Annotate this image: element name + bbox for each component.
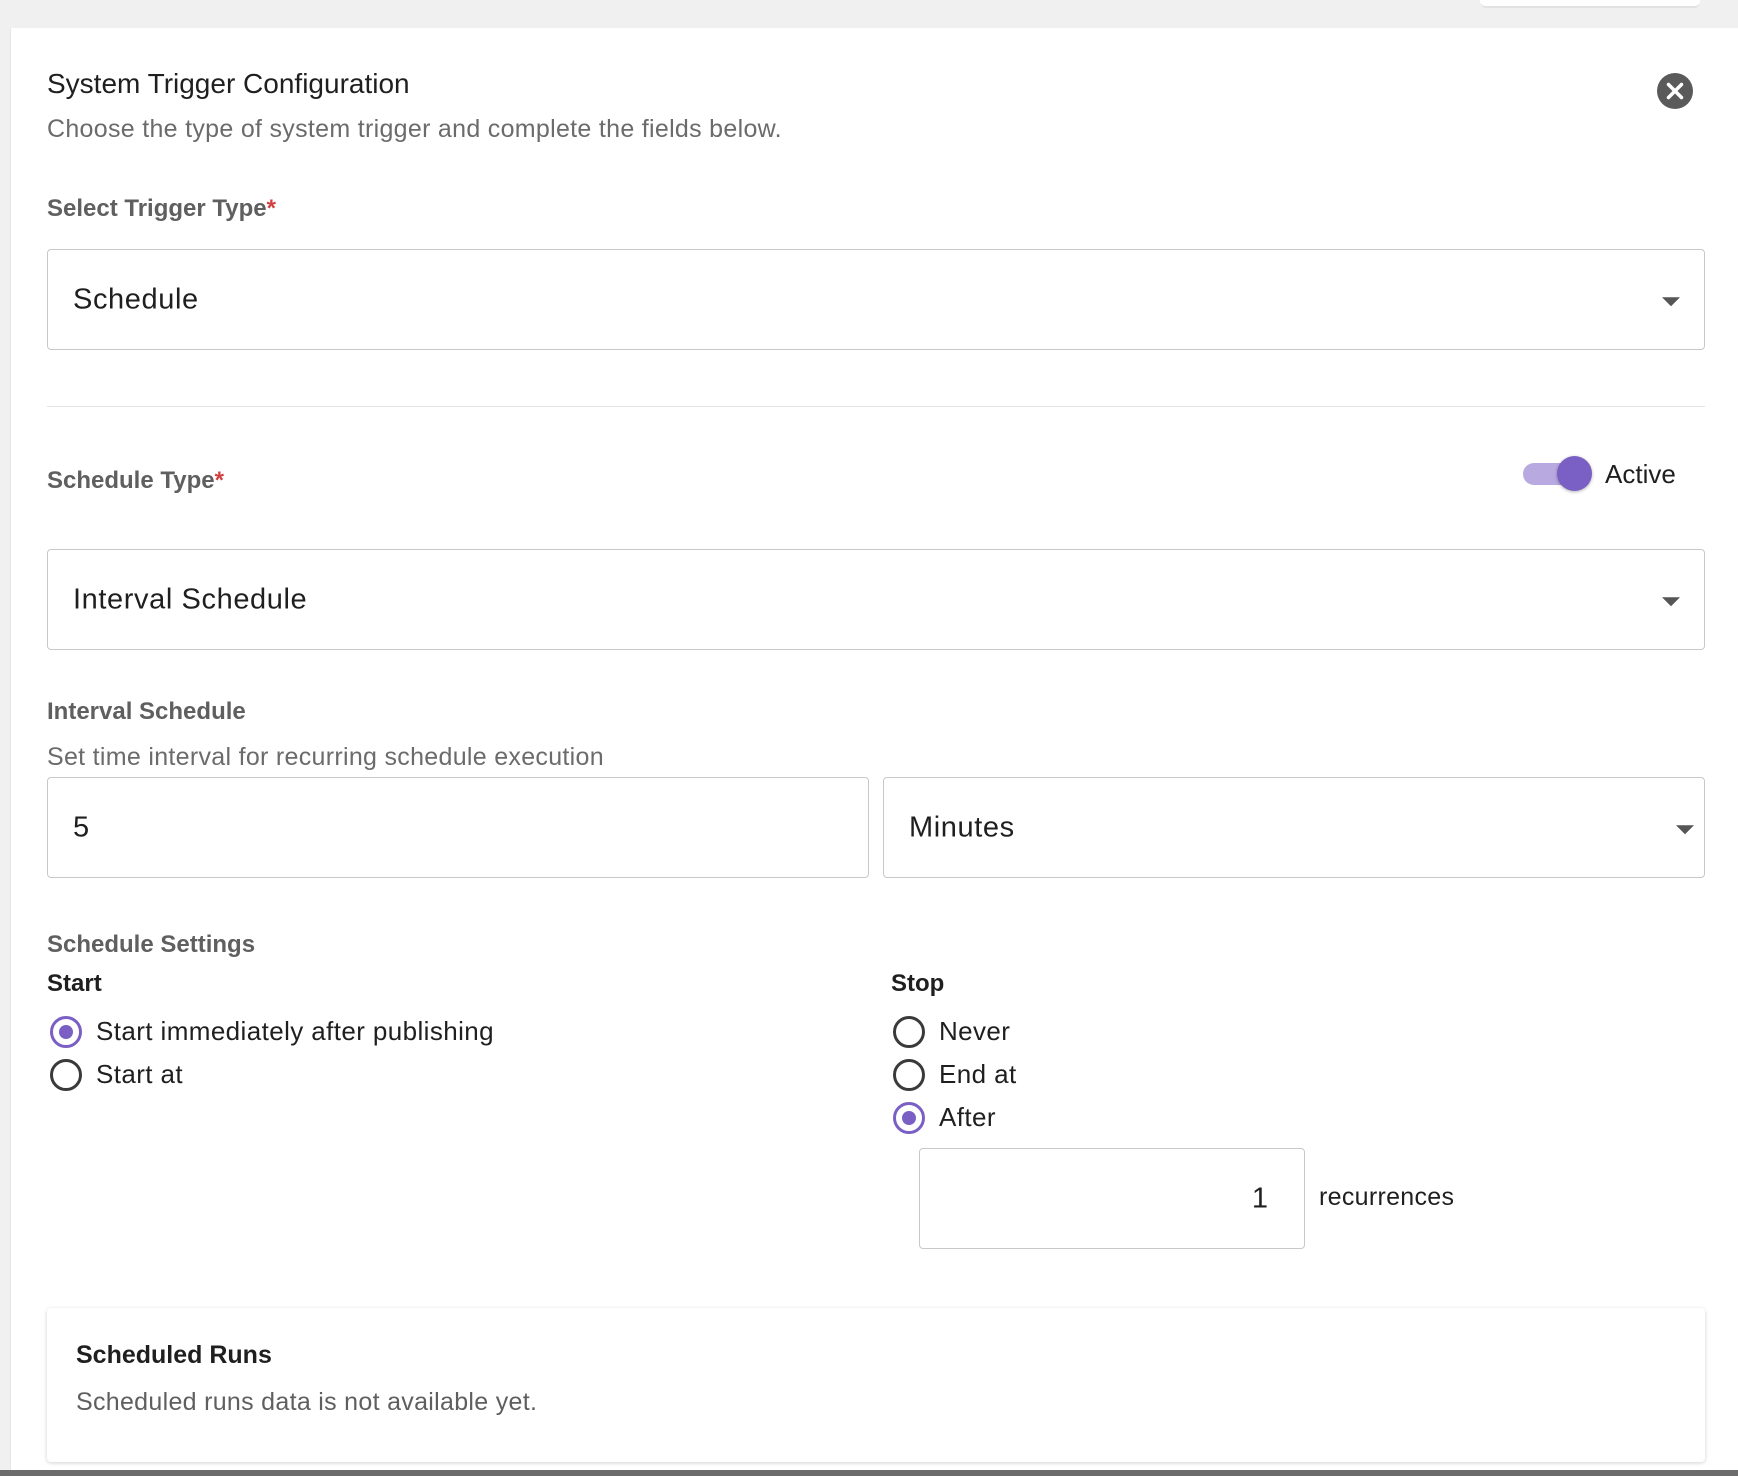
- recurrence-count-value: 1: [1251, 1182, 1268, 1214]
- chevron-down-icon: [1662, 596, 1680, 606]
- scheduled-runs-title: Scheduled Runs: [76, 1341, 272, 1369]
- dialog-title: System Trigger Configuration: [47, 68, 410, 99]
- chevron-down-icon: [1662, 296, 1680, 306]
- schedule-type-select[interactable]: Interval Schedule: [47, 549, 1705, 650]
- active-toggle[interactable]: [1521, 455, 1593, 491]
- radio-unchecked-icon[interactable]: [50, 1059, 82, 1091]
- required-mark: *: [214, 467, 224, 494]
- close-button[interactable]: [1657, 73, 1693, 109]
- recurrences-label: recurrences: [1319, 1183, 1455, 1211]
- interval-unit-select[interactable]: Minutes: [883, 777, 1705, 878]
- interval-schedule-helper: Set time interval for recurring schedule…: [47, 743, 604, 771]
- interval-unit-value: Minutes: [909, 811, 1015, 843]
- stop-end-at-label: End at: [939, 1059, 1017, 1089]
- recurrence-count-input[interactable]: 1: [919, 1148, 1305, 1249]
- bottom-edge: [0, 1470, 1738, 1476]
- radio-unchecked-icon[interactable]: [893, 1016, 925, 1048]
- interval-amount-value: 5: [73, 811, 90, 843]
- interval-amount-input[interactable]: 5: [47, 777, 869, 878]
- schedule-type-label: Schedule Type*: [47, 467, 224, 495]
- radio-unchecked-icon[interactable]: [893, 1059, 925, 1091]
- dialog-subtitle: Choose the type of system trigger and co…: [47, 115, 782, 143]
- schedule-type-label-text: Schedule Type: [47, 467, 215, 494]
- start-heading: Start: [47, 970, 102, 997]
- start-immediately-label: Start immediately after publishing: [96, 1016, 495, 1046]
- active-toggle-label: Active: [1605, 459, 1676, 489]
- interval-schedule-title: Interval Schedule: [47, 698, 246, 725]
- top-tab-edge: [1480, 0, 1700, 8]
- required-mark: *: [266, 195, 276, 222]
- stop-after-label: After: [939, 1102, 996, 1132]
- section-divider: [47, 406, 1705, 407]
- toggle-thumb: [1557, 456, 1592, 491]
- scheduled-runs-card: Scheduled Runs Scheduled runs data is no…: [47, 1308, 1705, 1462]
- trigger-type-select[interactable]: Schedule: [47, 249, 1705, 350]
- radio-checked-icon[interactable]: [50, 1016, 82, 1048]
- radio-checked-icon[interactable]: [893, 1102, 925, 1134]
- close-circle-icon: [1666, 82, 1684, 100]
- chevron-down-icon: [1676, 824, 1694, 834]
- start-at-label: Start at: [96, 1059, 184, 1089]
- trigger-config-panel: System Trigger Configuration Choose the …: [10, 28, 1738, 1476]
- stop-never-label: Never: [939, 1016, 1011, 1046]
- schedule-settings-title: Schedule Settings: [47, 931, 256, 958]
- trigger-type-label-text: Select Trigger Type: [47, 195, 267, 222]
- trigger-type-label: Select Trigger Type*: [47, 195, 276, 223]
- schedule-type-value: Interval Schedule: [73, 583, 308, 615]
- scheduled-runs-message: Scheduled runs data is not available yet…: [76, 1388, 538, 1416]
- trigger-type-value: Schedule: [73, 283, 199, 315]
- stop-heading: Stop: [891, 970, 945, 997]
